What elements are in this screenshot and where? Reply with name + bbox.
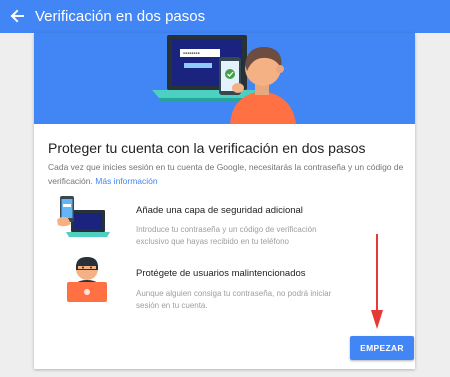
feature-title-security: Añade una capa de seguridad adicional <box>136 205 303 216</box>
more-info-link[interactable]: Más información <box>95 176 157 186</box>
main-card: •••••••• Proteger tu cuenta con la verif… <box>34 33 415 369</box>
hacker-icon <box>61 255 113 305</box>
start-button[interactable]: EMPEZAR <box>350 336 414 360</box>
hero-illustration: •••••••• <box>34 33 415 124</box>
feature-text-security: Introduce tu contraseña y un código de v… <box>136 225 317 246</box>
page-title: Verificación en dos pasos <box>35 8 206 25</box>
svg-text:••••••••: •••••••• <box>183 52 200 58</box>
card-title: Proteger tu cuenta con la verificación e… <box>48 140 366 156</box>
app-bar: Verificación en dos pasos <box>0 0 450 33</box>
arrow-back-icon[interactable] <box>7 6 27 26</box>
feature-text-protect: Aunque alguien consiga tu contraseña, no… <box>136 289 332 310</box>
annotation-arrow-icon <box>370 234 384 330</box>
feature-title-protect: Protégete de usuarios malintencionados <box>136 268 306 279</box>
phone-laptop-icon <box>54 193 114 243</box>
description: Cada vez que inicies sesión en tu cuenta… <box>48 160 404 188</box>
